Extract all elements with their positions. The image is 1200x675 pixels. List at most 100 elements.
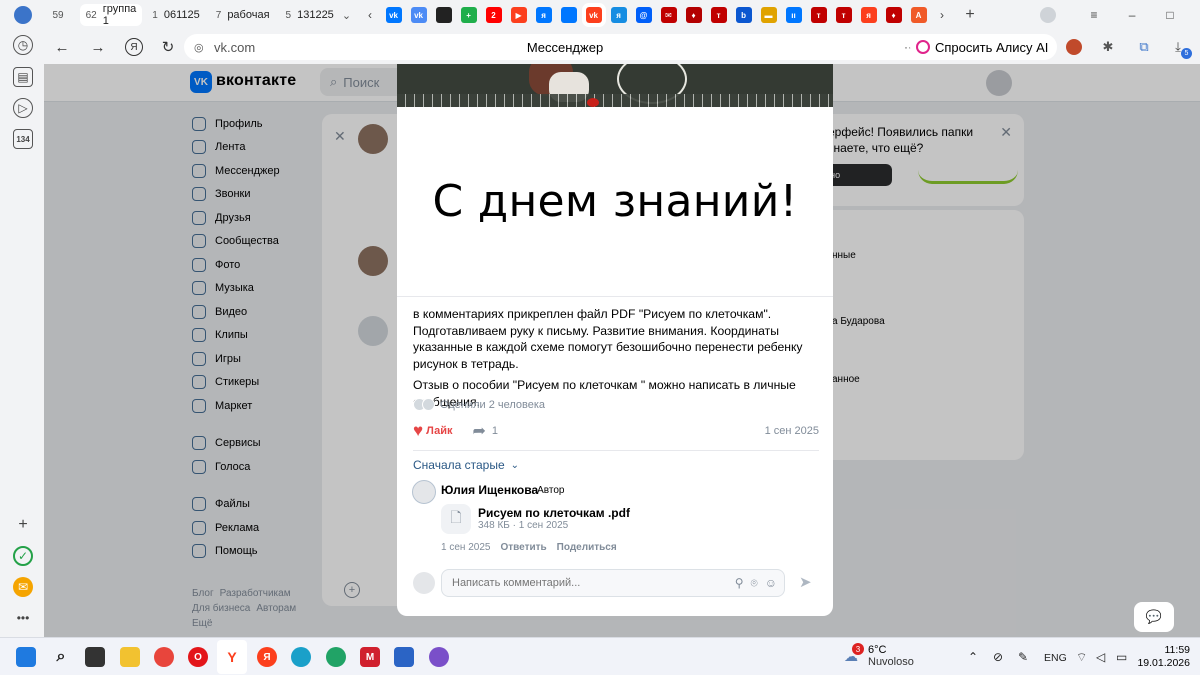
tab-group-5[interactable]: 5 131225 — [280, 4, 340, 26]
post-image-greeting[interactable]: С днем знаний! — [397, 107, 833, 297]
camera-icon[interactable]: ⌾ — [751, 576, 758, 591]
pinned-tab-favicon-icon[interactable]: я — [610, 7, 627, 23]
add-panel-icon[interactable]: + — [13, 515, 33, 535]
yandex-browser-icon[interactable]: Y — [222, 647, 242, 667]
pinned-tab-favicon-icon[interactable]: А — [910, 7, 927, 23]
opera-icon[interactable]: O — [188, 647, 208, 667]
tab-group-1[interactable]: 59 — [47, 4, 76, 26]
windows-start-icon[interactable] — [16, 647, 36, 667]
pinned-tab-favicon-icon[interactable]: я — [860, 7, 877, 23]
notes-icon[interactable] — [326, 647, 346, 667]
comment-author-name[interactable]: Юлия Ищенкова — [441, 483, 538, 497]
tabs-scroll-left-icon[interactable]: ‹ — [359, 4, 381, 26]
tab-groups-chevron-icon[interactable]: ⌄ — [342, 4, 351, 26]
extension-avatar-icon[interactable] — [1064, 37, 1084, 57]
emoji-icon[interactable]: ☺ — [765, 576, 777, 590]
open-chats-button[interactable]: 💬 — [1134, 602, 1174, 632]
sync-off-icon[interactable]: ⊘ — [993, 650, 1003, 664]
tabs-count-icon[interactable]: 134 — [13, 129, 33, 149]
minimize-icon[interactable]: – — [1121, 4, 1143, 26]
forward-icon[interactable]: → — [84, 33, 112, 61]
network-app-icon[interactable] — [429, 647, 449, 667]
attachment-file-name[interactable]: Рисуем по клеточкам .pdf — [478, 506, 630, 520]
pinned-tab-favicon-icon[interactable] — [435, 7, 452, 23]
pinned-tab-favicon-icon[interactable]: vk — [410, 7, 427, 23]
document-icon[interactable]: 🗋 — [441, 504, 471, 534]
address-bar[interactable]: ◎ vk.com Мессенджер ··· ⛉ — [184, 34, 946, 60]
pinned-tab-favicon-icon[interactable]: 2 — [485, 7, 502, 23]
store-icon[interactable] — [394, 647, 414, 667]
extension-puzzle-icon[interactable]: ✱ — [1098, 37, 1118, 57]
tab-group-3[interactable]: 1 061125 — [146, 4, 205, 26]
pinned-tab-favicon-icon[interactable]: + — [460, 7, 477, 23]
share-comment-button[interactable]: Поделиться — [557, 542, 617, 553]
yandex-app-icon[interactable]: Я — [257, 647, 277, 667]
volume-icon[interactable]: ◁ — [1096, 650, 1105, 664]
mail-app-icon[interactable]: ✉ — [13, 577, 33, 597]
downloads-icon[interactable]: ⤓ 5 — [1168, 37, 1192, 59]
comment-input[interactable] — [452, 577, 735, 589]
send-icon[interactable]: ➤ — [799, 573, 812, 591]
battery-icon[interactable]: ▭ — [1116, 650, 1127, 664]
task-view-icon[interactable] — [85, 647, 105, 667]
file-explorer-icon[interactable] — [120, 647, 140, 667]
comment-composer[interactable]: ⚲ ⌾ ☺ — [441, 569, 785, 597]
alice-ai-button[interactable]: Спросить Алису AI — [910, 34, 1058, 60]
post-photo[interactable] — [397, 64, 833, 107]
extension-translate-icon[interactable]: ⧉ — [1134, 37, 1154, 57]
post-ratings[interactable]: Оценили 2 человека — [413, 398, 545, 411]
browser-profile-icon[interactable] — [14, 6, 32, 24]
attach-paperclip-icon[interactable]: ⚲ — [735, 576, 744, 590]
wifi-icon[interactable]: ⌔ — [1076, 650, 1087, 665]
new-tab-icon[interactable]: + — [959, 4, 981, 26]
pinned-tab-favicon-icon[interactable]: vk — [581, 3, 606, 27]
rail-more-icon[interactable]: ••• — [13, 608, 33, 628]
comments-sort-dropdown[interactable]: Сначала старые ⌄ — [413, 458, 519, 472]
reload-icon[interactable]: ↻ — [154, 33, 182, 61]
checkmark-app-icon[interactable]: ✓ — [13, 546, 33, 566]
pinned-tab-favicon-icon[interactable]: ♦ — [685, 7, 702, 23]
chrome-icon[interactable] — [154, 647, 174, 667]
pinned-tab-favicon-icon[interactable]: ıı — [785, 7, 802, 23]
site-shield-icon[interactable]: ◎ — [194, 41, 204, 54]
account-avatar-icon[interactable] — [1037, 4, 1059, 26]
share-icon[interactable]: ➦ — [472, 421, 485, 441]
tab-group-2[interactable]: 62 группа 1 — [79, 3, 143, 27]
post-date[interactable]: 1 сен 2025 — [765, 425, 819, 437]
pinned-tab-favicon-icon[interactable]: b — [735, 7, 752, 23]
like-button[interactable]: Лайк — [426, 425, 452, 437]
menu-icon[interactable]: ≡ — [1083, 4, 1105, 26]
pinned-tab-favicon-icon[interactable]: vk — [385, 7, 402, 23]
system-clock[interactable]: 11:59 19.01.2026 — [1136, 644, 1190, 670]
pinned-tab-favicon-icon[interactable]: ▬ — [760, 7, 777, 23]
history-icon[interactable]: ◷ — [13, 35, 33, 55]
pinned-tab-favicon-icon[interactable]: я — [535, 7, 552, 23]
reply-button[interactable]: Ответить — [500, 542, 546, 553]
search-icon[interactable]: ⌕ — [51, 647, 71, 667]
yandex-icon[interactable]: Я — [120, 33, 148, 61]
tab-group-4[interactable]: 7 рабочая — [210, 4, 276, 26]
pinned-tab-favicon-icon[interactable]: т — [835, 7, 852, 23]
comment-date[interactable]: 1 сен 2025 — [441, 542, 490, 553]
edge-icon[interactable] — [291, 647, 311, 667]
heart-icon[interactable]: ♥ — [413, 421, 423, 441]
pinned-tab-favicon-icon[interactable]: т — [810, 7, 827, 23]
pinned-tab-favicon-icon[interactable]: @ — [635, 7, 652, 23]
pinned-tab-favicon-icon[interactable]: т — [710, 7, 727, 23]
video-icon[interactable]: ▷ — [13, 98, 33, 118]
pinned-tab-favicon-icon[interactable] — [560, 7, 577, 23]
address-host: vk.com — [214, 39, 256, 55]
comment-author-avatar[interactable] — [412, 480, 436, 504]
antivirus-icon[interactable]: M — [360, 647, 380, 667]
collections-icon[interactable]: ▤ — [13, 67, 33, 87]
pinned-tab-favicon-icon[interactable]: ♦ — [885, 7, 902, 23]
pinned-tab-favicon-icon[interactable]: ✉ — [660, 7, 677, 23]
pinned-tab-favicon-icon[interactable]: ▶ — [510, 7, 527, 23]
input-language[interactable]: ENG — [1044, 652, 1067, 664]
tabs-scroll-right-icon[interactable]: › — [931, 4, 953, 26]
close-window-icon[interactable]: ✕ — [1195, 4, 1200, 26]
pen-icon[interactable]: ✎ — [1018, 650, 1028, 664]
tray-chevron-up-icon[interactable]: ⌃ — [968, 650, 978, 664]
maximize-icon[interactable]: □ — [1159, 4, 1181, 26]
back-icon[interactable]: ← — [48, 33, 76, 61]
